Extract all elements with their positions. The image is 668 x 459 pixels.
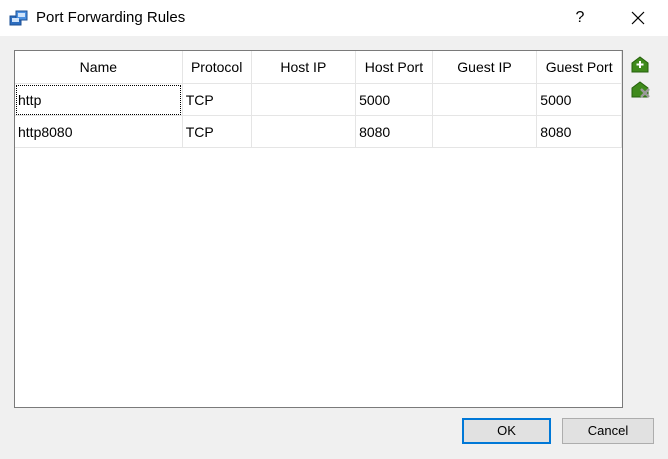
cancel-button[interactable]: Cancel: [562, 418, 654, 444]
column-header-guest-port[interactable]: Guest Port: [536, 51, 622, 84]
ok-button[interactable]: OK: [462, 418, 551, 444]
cell-guest-port[interactable]: 5000: [536, 83, 622, 116]
cell-guest-ip[interactable]: [432, 83, 538, 116]
cell-guest-port[interactable]: 8080: [536, 115, 622, 148]
cell-name[interactable]: http: [15, 83, 183, 116]
close-button[interactable]: [618, 0, 658, 36]
add-rule-icon: [631, 56, 649, 73]
cell-host-ip[interactable]: [251, 83, 357, 116]
column-header-host-port[interactable]: Host Port: [355, 51, 433, 84]
network-adapter-icon: [9, 10, 28, 26]
table-header: Name Protocol Host IP Host Port Guest IP…: [15, 51, 622, 84]
cell-name[interactable]: http8080: [15, 115, 183, 148]
cell-protocol[interactable]: TCP: [182, 83, 252, 116]
remove-rule-button[interactable]: [629, 80, 651, 100]
table-row[interactable]: http TCP 5000 5000: [15, 83, 622, 116]
remove-rule-icon: [631, 81, 650, 98]
cell-host-port[interactable]: 5000: [355, 83, 433, 116]
cell-host-ip[interactable]: [251, 115, 357, 148]
table-row[interactable]: http8080 TCP 8080 8080: [15, 115, 622, 148]
cell-guest-ip[interactable]: [432, 115, 538, 148]
column-header-protocol[interactable]: Protocol: [182, 51, 252, 84]
close-icon: [631, 11, 645, 25]
add-rule-button[interactable]: [629, 55, 651, 75]
title-bar: Port Forwarding Rules ?: [0, 0, 668, 36]
rules-table[interactable]: Name Protocol Host IP Host Port Guest IP…: [14, 50, 623, 408]
cell-host-port[interactable]: 8080: [355, 115, 433, 148]
help-button[interactable]: ?: [560, 0, 600, 36]
window-title: Port Forwarding Rules: [36, 9, 186, 26]
column-header-host-ip[interactable]: Host IP: [251, 51, 357, 84]
column-header-name[interactable]: Name: [15, 51, 183, 84]
column-header-guest-ip[interactable]: Guest IP: [432, 51, 538, 84]
cell-protocol[interactable]: TCP: [182, 115, 252, 148]
